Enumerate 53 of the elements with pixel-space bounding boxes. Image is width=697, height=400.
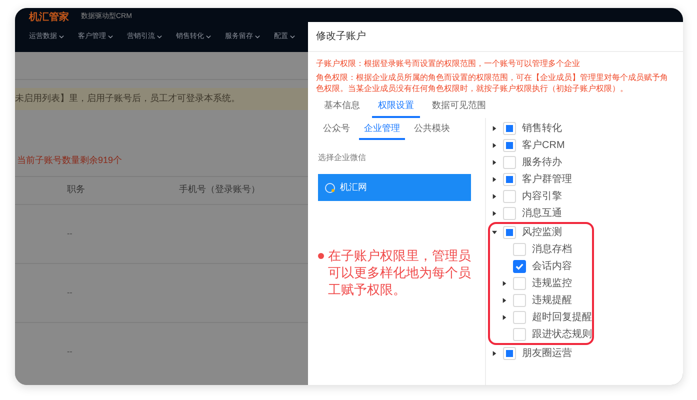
- permission-label: 跟进状态规则: [532, 328, 592, 342]
- permission-note: 角色权限：根据企业成员所属的角色而设置的权限范围，可在【企业成员】管理里对每个成员赋予角色权限。当某企业成员没有任何角色权限时，就按子账户权限执行（初始子账户权限）。: [316, 72, 669, 94]
- permission-label: 风控监测: [522, 226, 562, 240]
- table-cell: --: [67, 346, 72, 358]
- permission-label: 服务待办: [522, 156, 562, 170]
- column-header: 职务: [67, 183, 86, 196]
- annotation-text: 在子账户权限里，管理员可以更多样化地为每个员工赋予权限。: [328, 247, 472, 298]
- sub-tab[interactable]: 企业管理: [359, 120, 405, 140]
- caret-icon[interactable]: [492, 351, 496, 356]
- permission-label: 销售转化: [522, 122, 562, 136]
- chevron-down-icon: [59, 35, 64, 40]
- chat-bubble-icon: [324, 182, 336, 194]
- caret-icon[interactable]: [502, 298, 506, 303]
- permission-label: 消息互通: [522, 206, 562, 221]
- column-header: 手机号（登录账号）: [179, 183, 260, 196]
- caret-icon[interactable]: [492, 177, 496, 182]
- permission-label: 朋友圈运营: [522, 346, 572, 361]
- table-cell: --: [67, 228, 72, 240]
- permission-label: 内容引擎: [522, 190, 562, 204]
- sub-tab[interactable]: 公共模块: [409, 120, 455, 140]
- table-cell: --: [67, 286, 72, 298]
- chevron-down-icon: [206, 35, 211, 40]
- chevron-down-icon: [255, 35, 260, 40]
- chevron-down-icon: [290, 35, 295, 40]
- tab[interactable]: 权限设置: [372, 96, 420, 118]
- permission-note: 子账户权限：根据登录账号而设置的权限范围，一个账号可以管理多个企业: [316, 58, 581, 69]
- notice-banner: 未启用列表】里，启用子账号后，员工才可登录本系统。: [15, 88, 308, 110]
- permission-label: 客户群管理: [522, 172, 572, 187]
- caret-icon[interactable]: [492, 126, 496, 131]
- caret-icon[interactable]: [492, 160, 496, 165]
- drawer-title: 修改子账户: [308, 22, 683, 52]
- permission-label: 消息存档: [532, 242, 572, 257]
- permission-label: 违规监控: [532, 276, 572, 291]
- logo-text: 机汇管家: [29, 10, 69, 24]
- caret-icon[interactable]: [492, 211, 496, 216]
- chevron-down-icon: [108, 35, 113, 40]
- caret-icon[interactable]: [502, 281, 506, 286]
- caret-icon[interactable]: [492, 230, 496, 235]
- chevron-down-icon: [157, 35, 162, 40]
- quota-text: 当前子账号数量剩余919个: [16, 154, 124, 167]
- permission-label: 超时回复提醒: [532, 310, 592, 325]
- caret-icon[interactable]: [502, 315, 506, 320]
- permission-label: 客户CRM: [522, 138, 565, 153]
- permission-label: 违规提醒: [532, 294, 572, 308]
- company-card[interactable]: 机汇网: [318, 174, 471, 201]
- select-label: 选择企业微信: [318, 152, 367, 164]
- checkbox[interactable]: [513, 260, 526, 273]
- sub-tab[interactable]: 公众号: [318, 120, 355, 140]
- permission-label: 会话内容: [532, 260, 572, 274]
- tab[interactable]: 基本信息: [318, 96, 366, 118]
- caret-icon[interactable]: [492, 194, 496, 199]
- caret-icon[interactable]: [492, 143, 496, 148]
- tab[interactable]: 数据可见范围: [426, 96, 492, 118]
